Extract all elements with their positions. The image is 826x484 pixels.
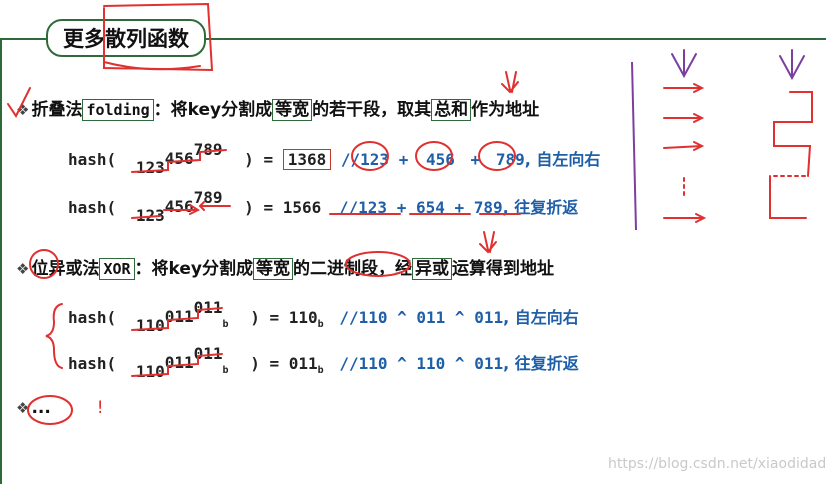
- vertical-divider: [631, 61, 637, 231]
- purple-down-arrow-icon: [779, 49, 805, 81]
- circle-xor-label: [29, 249, 59, 279]
- circle-term-1: [351, 141, 389, 171]
- segment-underline: [131, 149, 227, 173]
- zigzag-path: [769, 91, 813, 219]
- purple-down-arrow-icon: [671, 49, 697, 79]
- down-arrow-icon: [479, 231, 497, 254]
- check-mark-icon: [7, 87, 31, 118]
- fold-arrows: [131, 201, 231, 219]
- circle-ellipsis: [27, 395, 73, 425]
- right-arrow-icon: [663, 113, 705, 123]
- circle-term-2: [415, 141, 453, 171]
- segment-underline: [131, 307, 223, 331]
- right-arrow-icon: [663, 213, 707, 223]
- handwritten-annotations: [7, 2, 813, 425]
- circle-term-3: [478, 141, 516, 171]
- circle-binary-term: [345, 251, 411, 277]
- title-highlight-box: [103, 2, 214, 72]
- left-brace: [45, 303, 63, 369]
- segment-underline: [131, 353, 223, 377]
- down-arrow-icon: [501, 71, 519, 94]
- right-arrow-icon: [663, 83, 705, 93]
- right-arrow-icon: [663, 141, 705, 151]
